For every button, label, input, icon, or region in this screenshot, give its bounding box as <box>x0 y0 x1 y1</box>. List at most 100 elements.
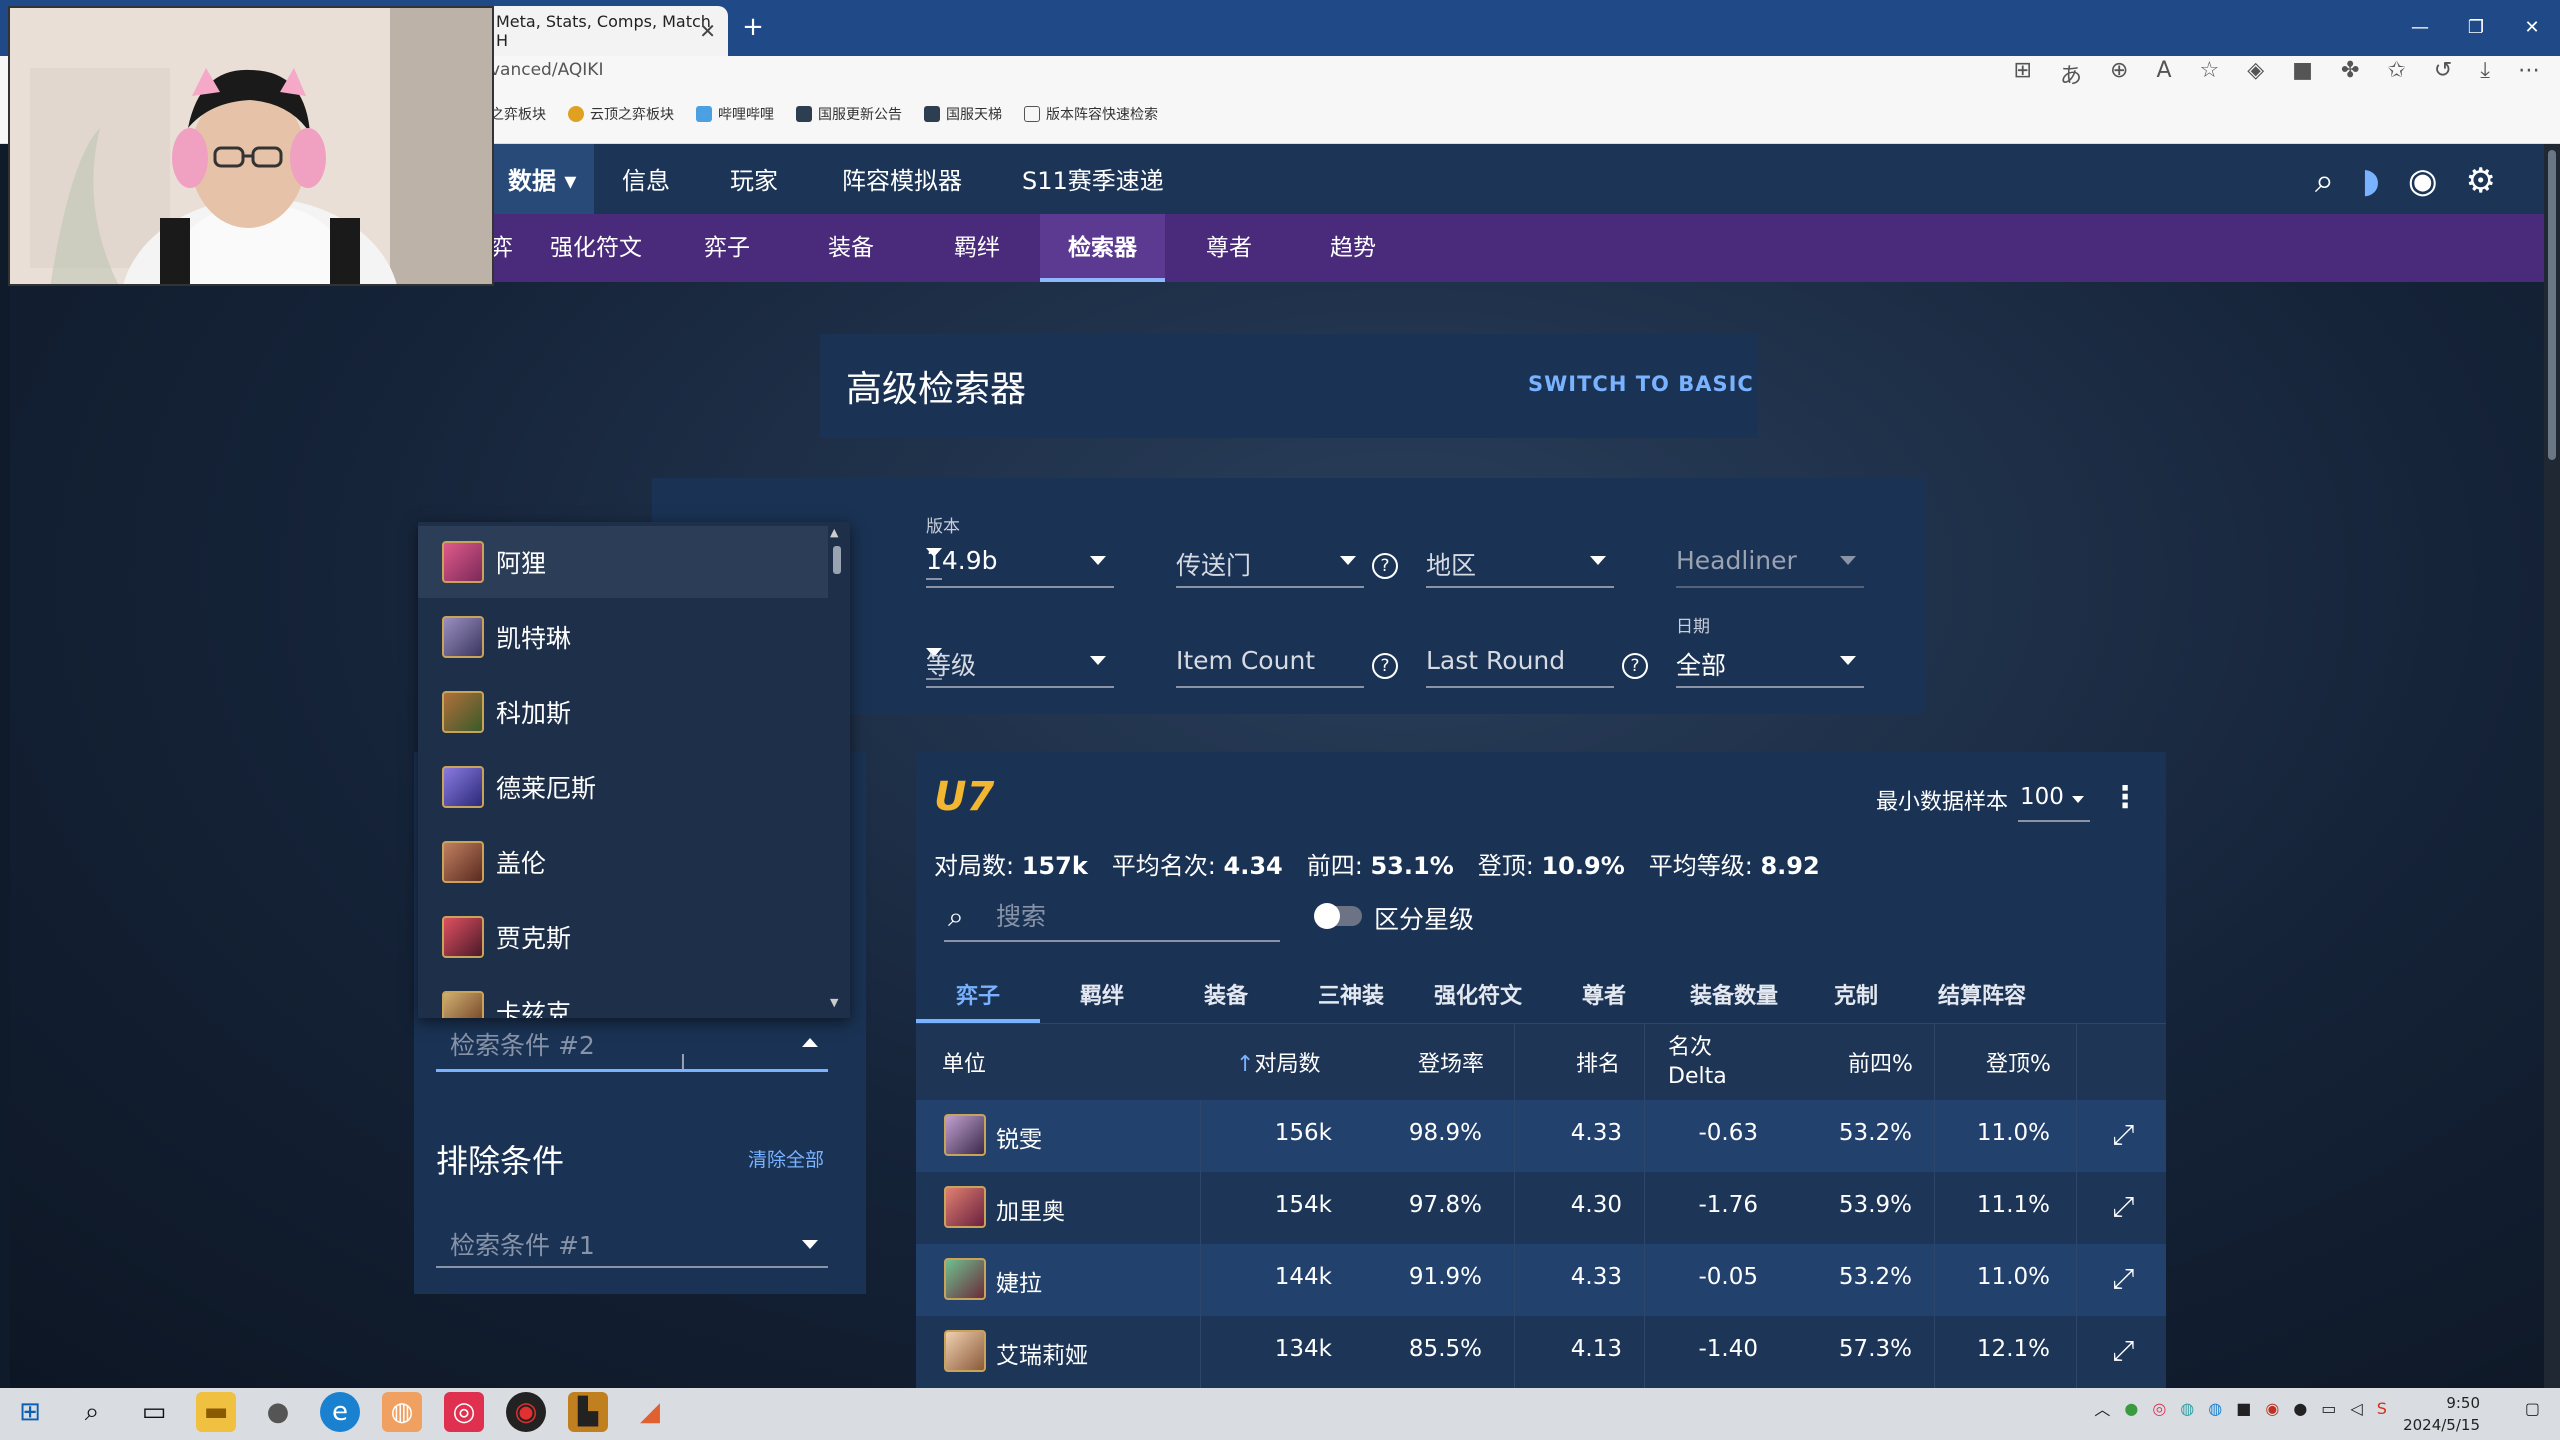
item-count-input[interactable]: Item Count <box>1176 638 1364 688</box>
dropdown-item[interactable]: 科加斯 <box>418 676 828 748</box>
last-round-input[interactable]: Last Round <box>1426 638 1614 688</box>
tray-app-icon[interactable]: ● <box>2293 1399 2307 1418</box>
clear-all-button[interactable]: 清除全部 <box>748 1145 824 1172</box>
version-select[interactable]: 版本 14.9b <box>926 517 1114 588</box>
minimize-icon[interactable]: — <box>2392 0 2448 56</box>
subnav-item-headliners[interactable]: 尊者 <box>1206 214 1252 282</box>
date-select[interactable]: 日期 全部 <box>1676 617 1864 688</box>
dropdown-scroll-down-icon[interactable]: ▼ <box>830 996 838 1009</box>
col-delta-2[interactable]: Delta <box>1668 1064 1727 1089</box>
tray-app-icon[interactable]: ◍ <box>2208 1399 2222 1418</box>
results-search-input[interactable] <box>996 898 1266 934</box>
more-menu-icon[interactable]: ⋯ <box>2518 58 2540 90</box>
tray-app-icon[interactable]: ● <box>2124 1399 2138 1418</box>
taskbar-search-icon[interactable]: ⌕ <box>72 1392 112 1432</box>
extension-icon[interactable]: ■ <box>2292 58 2313 90</box>
expand-icon[interactable]: ⤢ <box>2112 1262 2134 1296</box>
expand-icon[interactable]: ⤢ <box>2112 1190 2134 1224</box>
dropdown-item[interactable]: 德莱厄斯 <box>418 751 828 823</box>
app-icon[interactable]: ◢ <box>630 1392 670 1432</box>
dropdown-item[interactable]: 阿狸 <box>418 526 828 598</box>
favorite-star-icon[interactable]: ☆ <box>2200 58 2220 90</box>
favorites-icon[interactable]: ✩ <box>2387 58 2405 90</box>
task-view-icon[interactable]: ▭ <box>134 1392 174 1432</box>
discord-icon[interactable]: ◉ <box>2408 161 2438 201</box>
bookmark-item[interactable]: 之弈板块 <box>490 104 546 124</box>
volume-icon[interactable]: ◁ <box>2350 1399 2362 1418</box>
notifications-icon[interactable]: ▢ <box>2525 1399 2540 1418</box>
edge-browser-icon[interactable]: e <box>320 1392 360 1432</box>
nav-item-players[interactable]: 玩家 <box>730 144 778 218</box>
region-select[interactable]: 地区 <box>1426 538 1614 588</box>
league-client-icon[interactable]: ▙ <box>568 1392 608 1432</box>
subnav-item-trends[interactable]: 趋势 <box>1330 214 1376 282</box>
url-text[interactable]: vanced/AQIKI <box>490 60 603 80</box>
tab-counters[interactable]: 克制 <box>1834 978 1878 1010</box>
nav-item-comp-builder[interactable]: 阵容模拟器 <box>842 144 962 218</box>
nav-item-season-news[interactable]: S11赛季速递 <box>1022 144 1164 218</box>
dropdown-scrollbar-thumb[interactable] <box>833 546 841 574</box>
grid-icon[interactable]: ⊞ <box>2014 58 2032 90</box>
col-games[interactable]: ↑对局数 <box>1236 1046 1320 1078</box>
tray-app-icon[interactable]: ◉ <box>2265 1399 2279 1418</box>
browser-tab-active[interactable]: Meta, Stats, Comps, Match H ✕ <box>480 6 728 56</box>
col-delta-1[interactable]: 名次 <box>1668 1029 1712 1061</box>
tab-traits[interactable]: 羁绊 <box>1080 978 1124 1010</box>
read-aloud-icon[interactable]: A <box>2156 58 2171 90</box>
headliner-select[interactable]: Headliner <box>1676 538 1864 588</box>
table-row[interactable]: 艾瑞莉娅 134k 85.5% 4.13 -1.40 57.3% 12.1% ⤢ <box>916 1316 2166 1388</box>
col-place[interactable]: 排名 <box>1576 1046 1620 1078</box>
extension-shield-icon[interactable]: ◈ <box>2247 58 2264 90</box>
nav-item-data[interactable]: 数据 ▾ <box>490 144 595 218</box>
microphone-icon[interactable]: ● <box>258 1392 298 1432</box>
dropdown-scroll-up-icon[interactable]: ▲ <box>830 526 838 539</box>
netease-music-icon[interactable]: ◎ <box>444 1392 484 1432</box>
taskbar-clock[interactable]: 9:50 2024/5/15 <box>2403 1392 2480 1436</box>
table-row[interactable]: 婕拉 144k 91.9% 4.33 -0.05 53.2% 11.0% ⤢ <box>916 1244 2166 1316</box>
bookmark-item[interactable]: 国服天梯 <box>924 104 1002 124</box>
translate-icon[interactable]: あ <box>2060 58 2082 90</box>
min-sample-select[interactable]: 100 <box>2018 776 2090 822</box>
dropdown-item[interactable]: 贾克斯 <box>418 901 828 973</box>
tab-item-count[interactable]: 装备数量 <box>1690 978 1778 1010</box>
app-icon[interactable]: ◉ <box>506 1392 546 1432</box>
tab-items[interactable]: 装备 <box>1204 978 1248 1010</box>
zoom-icon[interactable]: ⊕ <box>2110 58 2128 90</box>
gear-icon[interactable]: ⚙ <box>2466 161 2496 201</box>
bookmark-item[interactable]: 国服更新公告 <box>796 104 902 124</box>
bookmark-item[interactable]: 云顶之弈板块 <box>568 104 674 124</box>
switch-to-basic-button[interactable]: SWITCH TO BASIC <box>1528 372 1754 396</box>
help-icon[interactable]: ? <box>1372 553 1398 579</box>
star-level-toggle[interactable] <box>1314 903 1362 929</box>
tab-augments[interactable]: 强化符文 <box>1434 978 1522 1010</box>
dropdown-item[interactable]: 凯特琳 <box>418 601 828 673</box>
tab-headliners[interactable]: 尊者 <box>1582 978 1626 1010</box>
tab-final-comps[interactable]: 结算阵容 <box>1938 978 2026 1010</box>
page-scrollbar-thumb[interactable] <box>2548 150 2556 460</box>
col-win[interactable]: 登顶% <box>1986 1046 2051 1078</box>
history-icon[interactable]: ↺ <box>2434 58 2452 90</box>
level-select[interactable]: 等级 <box>926 638 1114 688</box>
windows-start-icon[interactable]: ⊞ <box>10 1392 50 1432</box>
tray-app-icon[interactable]: ◍ <box>2180 1399 2194 1418</box>
dropdown-item[interactable]: 盖伦 <box>418 826 828 898</box>
search-condition-2-select[interactable]: 检索条件 #2 <box>436 1022 828 1072</box>
puzzle-icon[interactable]: ✤ <box>2341 58 2359 90</box>
search-icon[interactable]: ⌕ <box>2315 161 2334 201</box>
network-icon[interactable]: ▭ <box>2321 1399 2336 1418</box>
tab-units[interactable]: 弈子 <box>956 978 1000 1010</box>
table-row[interactable]: 锐雯 156k 98.9% 4.33 -0.63 53.2% 11.0% ⤢ <box>916 1100 2166 1172</box>
portal-select[interactable]: 传送门 <box>1176 538 1364 588</box>
download-icon[interactable]: ⤓ <box>2480 58 2490 90</box>
dropdown-item[interactable]: 卡兹克 <box>418 976 828 1018</box>
file-explorer-icon[interactable]: ▬ <box>196 1392 236 1432</box>
exclude-condition-1-select[interactable]: 检索条件 #1 <box>436 1218 828 1268</box>
patreon-icon[interactable]: ◗ <box>2362 161 2380 201</box>
help-icon[interactable]: ? <box>1622 653 1648 679</box>
help-icon[interactable]: ? <box>1372 653 1398 679</box>
table-row[interactable]: 加里奥 154k 97.8% 4.30 -1.76 53.9% 11.1% ⤢ <box>916 1172 2166 1244</box>
tray-expand-icon[interactable]: ︿ <box>2094 1396 2110 1420</box>
tab-three-items[interactable]: 三神装 <box>1318 978 1384 1010</box>
close-tab-icon[interactable]: ✕ <box>699 19 716 43</box>
more-vertical-icon[interactable]: ⋮ <box>2110 780 2140 815</box>
